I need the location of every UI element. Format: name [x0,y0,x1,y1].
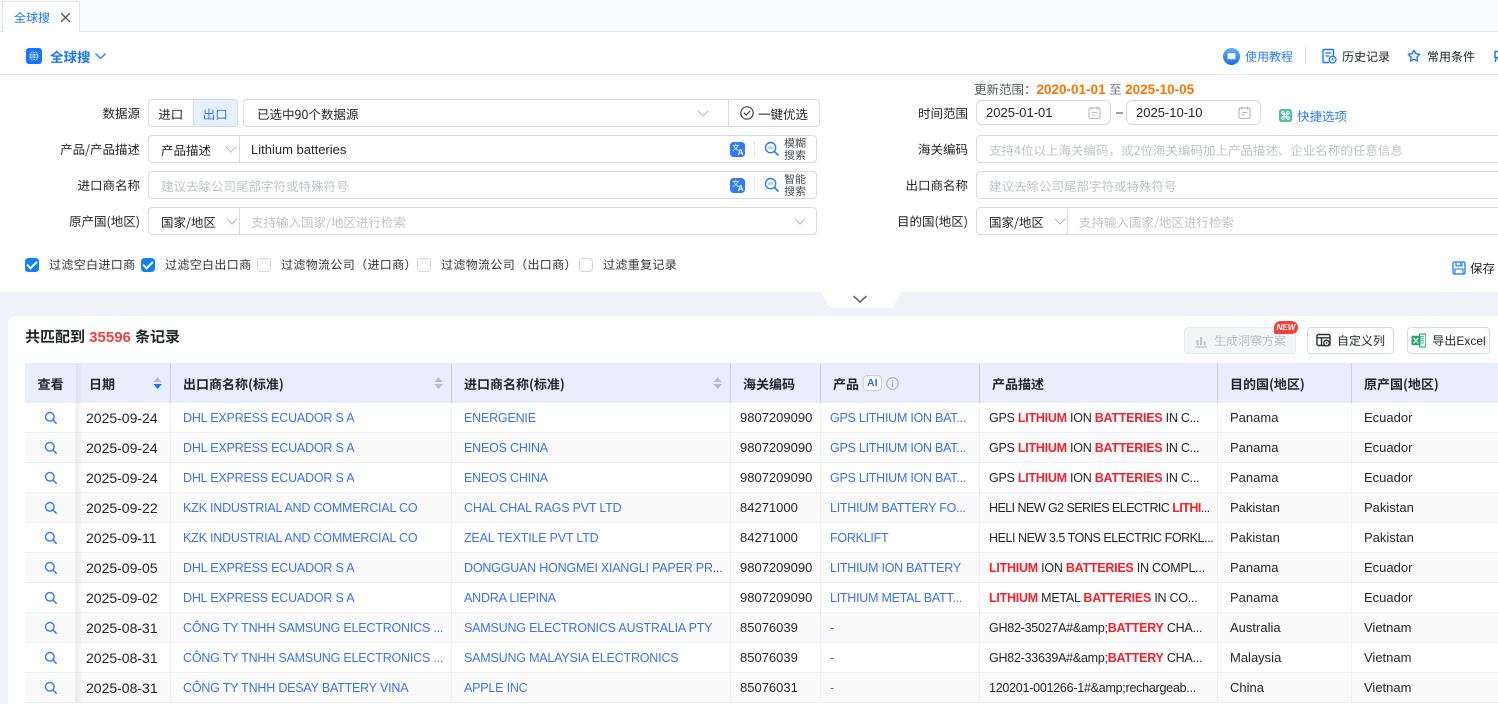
svg-text:A: A [738,184,744,193]
svg-text:A: A [738,148,744,157]
